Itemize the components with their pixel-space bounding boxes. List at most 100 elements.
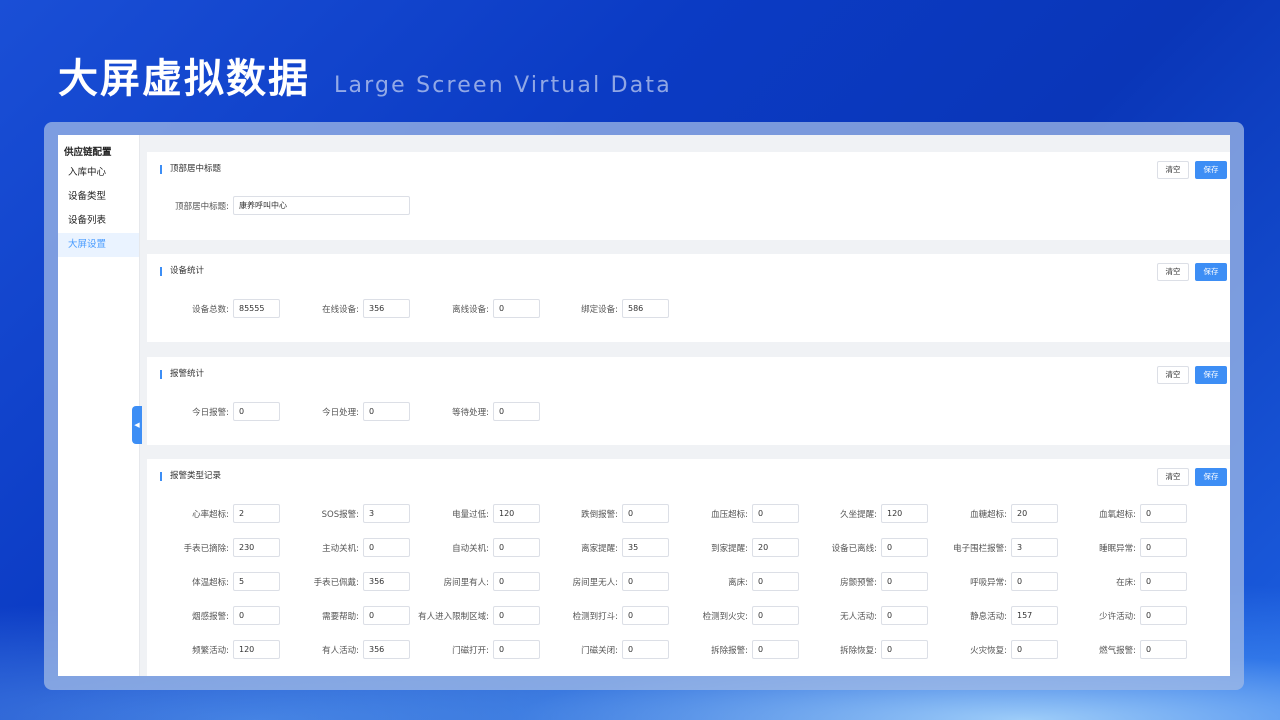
top-title-input[interactable]: 康养呼叫中心 [233,196,410,215]
alarm-count-input[interactable]: 0 [752,640,799,659]
form-field: 自动关机: 0 [415,538,540,557]
field-label: 电子围栏报警: [953,543,1007,554]
alarm-count-input[interactable]: 0 [363,606,410,625]
field-label: 睡眠异常: [1099,543,1136,554]
save-button[interactable]: 保存 [1195,161,1227,179]
bound-devices-input[interactable]: 586 [622,299,669,318]
alarm-count-input[interactable]: 0 [881,606,928,625]
field-label: 静息活动: [970,611,1007,622]
online-devices-input[interactable]: 356 [363,299,410,318]
alarm-count-input[interactable]: 356 [363,640,410,659]
sidebar-item-device-list[interactable]: 设备列表 [58,209,139,233]
section-alarm-stats: 报警统计 清空 保存 今日报警: 0 今日处理: 0 等待处理: 0 [147,357,1230,445]
field-label: 自动关机: [452,543,489,554]
form-field: 检测到火灾: 0 [674,606,799,625]
sidebar-item-screen-settings[interactable]: 大屏设置 [58,233,139,257]
alarm-count-input[interactable]: 0 [1140,504,1187,523]
alarm-count-input[interactable]: 0 [622,572,669,591]
alarm-count-input[interactable]: 0 [493,606,540,625]
field-label: 拆除恢复: [840,645,877,656]
alarm-count-input[interactable]: 3 [363,504,410,523]
alarm-count-input[interactable]: 157 [1011,606,1058,625]
clear-button[interactable]: 清空 [1157,161,1189,179]
field-label: 等待处理: [452,407,489,418]
alarm-count-input[interactable]: 0 [752,606,799,625]
form-field: 主动关机: 0 [285,538,410,557]
alarm-count-input[interactable]: 0 [1011,640,1058,659]
today-alarms-input[interactable]: 0 [233,402,280,421]
form-field: 今日报警: 0 [155,402,280,421]
alarm-count-input[interactable]: 120 [881,504,928,523]
field-label: 少许活动: [1099,611,1136,622]
field-label: 离家提醒: [581,543,618,554]
alarm-count-input[interactable]: 0 [881,572,928,591]
form-field: 拆除恢复: 0 [803,640,928,659]
field-label: 顶部居中标题: [175,201,229,212]
alarm-count-input[interactable]: 0 [622,640,669,659]
alarm-count-input[interactable]: 0 [233,606,280,625]
save-button[interactable]: 保存 [1195,468,1227,486]
field-label: 检测到火灾: [702,611,748,622]
alarm-count-input[interactable]: 0 [752,504,799,523]
alarm-count-input[interactable]: 0 [881,640,928,659]
clear-button[interactable]: 清空 [1157,366,1189,384]
field-label: 在床: [1116,577,1136,588]
alarm-count-input[interactable]: 0 [493,640,540,659]
field-label: 有人活动: [322,645,359,656]
clear-button[interactable]: 清空 [1157,263,1189,281]
clear-button[interactable]: 清空 [1157,468,1189,486]
alarm-count-input[interactable]: 0 [881,538,928,557]
field-label: 烟感报警: [192,611,229,622]
sidebar: 供应链配置 入库中心 设备类型 设备列表 大屏设置 [58,135,140,676]
form-field: 睡眠异常: 0 [1062,538,1187,557]
alarm-count-input[interactable]: 35 [622,538,669,557]
pending-input[interactable]: 0 [493,402,540,421]
alarm-count-input[interactable]: 0 [1140,572,1187,591]
device-total-input[interactable]: 85555 [233,299,280,318]
alarm-count-input[interactable]: 0 [622,606,669,625]
sidebar-group-supply-chain[interactable]: 供应链配置 [58,135,139,161]
field-label: 设备总数: [192,304,229,315]
alarm-count-input[interactable]: 230 [233,538,280,557]
form-field: 频繁活动: 120 [155,640,280,659]
field-label: 在线设备: [322,304,359,315]
alarm-count-input[interactable]: 0 [1140,538,1187,557]
field-label: 离床: [728,577,748,588]
form-field: 血压超标: 0 [674,504,799,523]
page-header: 大屏虚拟数据 Large Screen Virtual Data [58,46,672,104]
alarm-count-input[interactable]: 2 [233,504,280,523]
offline-devices-input[interactable]: 0 [493,299,540,318]
form-field: 电子围栏报警: 3 [933,538,1058,557]
form-field: 设备已离线: 0 [803,538,928,557]
form-field: 房颤预警: 0 [803,572,928,591]
save-button[interactable]: 保存 [1195,366,1227,384]
alarm-count-input[interactable]: 120 [493,504,540,523]
field-label: 检测到打斗: [572,611,618,622]
alarm-count-input[interactable]: 0 [493,572,540,591]
alarm-count-input[interactable]: 0 [1140,640,1187,659]
alarm-count-input[interactable]: 20 [1011,504,1058,523]
field-label: 手表已佩戴: [313,577,359,588]
field-label: 无人活动: [840,611,877,622]
today-handled-input[interactable]: 0 [363,402,410,421]
alarm-count-input[interactable]: 0 [752,572,799,591]
sidebar-item-device-type[interactable]: 设备类型 [58,185,139,209]
alarm-count-input[interactable]: 5 [233,572,280,591]
alarm-count-input[interactable]: 0 [1011,572,1058,591]
collapse-sidebar-icon[interactable]: ◀ [132,406,142,444]
alarm-count-input[interactable]: 20 [752,538,799,557]
alarm-count-input[interactable]: 3 [1011,538,1058,557]
field-label: 呼吸异常: [970,577,1007,588]
alarm-count-input[interactable]: 0 [622,504,669,523]
alarm-count-input[interactable]: 0 [363,538,410,557]
alarm-count-input[interactable]: 0 [1140,606,1187,625]
form-field: 离床: 0 [674,572,799,591]
form-field: 手表已佩戴: 356 [285,572,410,591]
alarm-count-input[interactable]: 0 [493,538,540,557]
alarm-count-input[interactable]: 120 [233,640,280,659]
field-label: 体温超标: [192,577,229,588]
alarm-count-input[interactable]: 356 [363,572,410,591]
save-button[interactable]: 保存 [1195,263,1227,281]
section-title: 报警类型记录 [160,472,221,481]
sidebar-item-inbound[interactable]: 入库中心 [58,161,139,185]
